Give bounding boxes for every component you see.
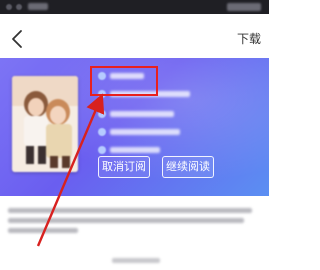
notification-dot-icon (16, 4, 22, 10)
info-row-popularity (98, 108, 218, 120)
highlight-annotation-box (90, 66, 158, 96)
status-blurred (110, 147, 160, 153)
app-screen: 下载 取消订阅 继续阅读 (0, 0, 269, 270)
book-cover[interactable] (12, 76, 78, 172)
continue-reading-button[interactable]: 继续阅读 (162, 156, 214, 178)
popularity-blurred (110, 111, 174, 117)
word-count-blurred (110, 129, 180, 135)
info-row-status (98, 144, 218, 156)
status-time (28, 3, 48, 10)
status-icon (98, 146, 106, 154)
book-cover-illustration (12, 76, 78, 172)
book-description (8, 206, 258, 236)
description-line (8, 208, 252, 213)
document-icon (98, 128, 106, 136)
notification-dot-icon (6, 4, 12, 10)
description-line (8, 228, 78, 233)
info-row-words (98, 126, 218, 138)
unsubscribe-button[interactable]: 取消订阅 (98, 156, 150, 178)
status-indicators (227, 3, 261, 11)
chevron-left-icon[interactable] (6, 26, 28, 52)
fire-icon (98, 110, 106, 118)
download-button[interactable]: 下载 (237, 30, 261, 47)
description-line (8, 218, 244, 223)
footer-link-blurred (112, 258, 160, 263)
status-bar (0, 0, 269, 14)
